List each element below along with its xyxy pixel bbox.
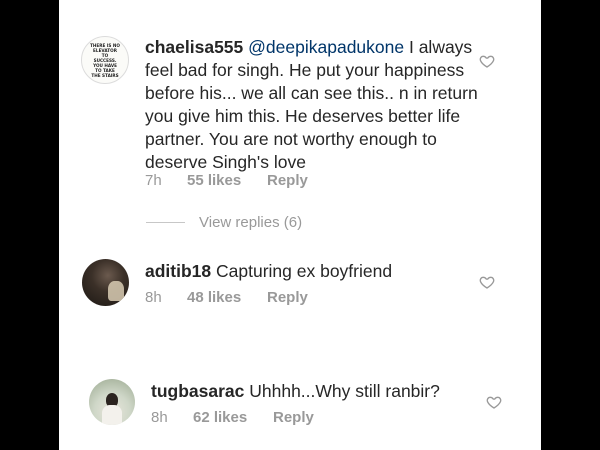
comment-time: 8h: [151, 409, 168, 426]
comment-likes[interactable]: 55 likes: [187, 172, 267, 189]
comment-username[interactable]: tugbasarac: [151, 381, 244, 401]
comments-panel: THERE IS NO ELEVATOR TO SUCCESS. YOU HAV…: [59, 0, 541, 450]
avatar-quote-text: THERE IS NO ELEVATOR TO SUCCESS. YOU HAV…: [90, 42, 120, 78]
replies-divider: [146, 222, 185, 223]
comment-text: I always feel bad for singh. He put your…: [145, 37, 478, 172]
reply-button[interactable]: Reply: [273, 409, 314, 426]
comment-username[interactable]: aditib18: [145, 261, 211, 281]
comment-time: 8h: [145, 289, 162, 306]
heart-outline-icon[interactable]: [486, 394, 502, 410]
heart-outline-icon[interactable]: [479, 53, 495, 69]
comment-body: tugbasarac Uhhhh...Why still ranbir?: [151, 380, 471, 403]
comment-text: Uhhhh...Why still ranbir?: [244, 381, 440, 401]
reply-button[interactable]: Reply: [267, 172, 308, 189]
avatar[interactable]: [89, 379, 135, 425]
avatar[interactable]: THERE IS NO ELEVATOR TO SUCCESS. YOU HAV…: [81, 36, 129, 84]
reply-button[interactable]: Reply: [267, 289, 308, 306]
comment-mention[interactable]: @deepikapadukone: [248, 37, 404, 57]
comment-text: Capturing ex boyfriend: [211, 261, 393, 281]
comment-username[interactable]: chaelisa555: [145, 37, 243, 57]
heart-outline-icon[interactable]: [479, 274, 495, 290]
view-replies-button[interactable]: View replies (6): [146, 214, 302, 231]
comment-body: chaelisa555 @deepikapadukone I always fe…: [145, 36, 480, 174]
comment-time: 7h: [145, 172, 162, 189]
comment-meta: 7h 55 likes Reply: [145, 172, 308, 189]
comment-likes[interactable]: 48 likes: [187, 289, 267, 306]
avatar[interactable]: [82, 259, 129, 306]
view-replies-label[interactable]: View replies (6): [199, 214, 302, 231]
comment-meta: 8h 62 likes Reply: [151, 409, 314, 426]
comment-body: aditib18 Capturing ex boyfriend: [145, 260, 475, 283]
comment-meta: 8h 48 likes Reply: [145, 289, 308, 306]
comment-likes[interactable]: 62 likes: [193, 409, 273, 426]
